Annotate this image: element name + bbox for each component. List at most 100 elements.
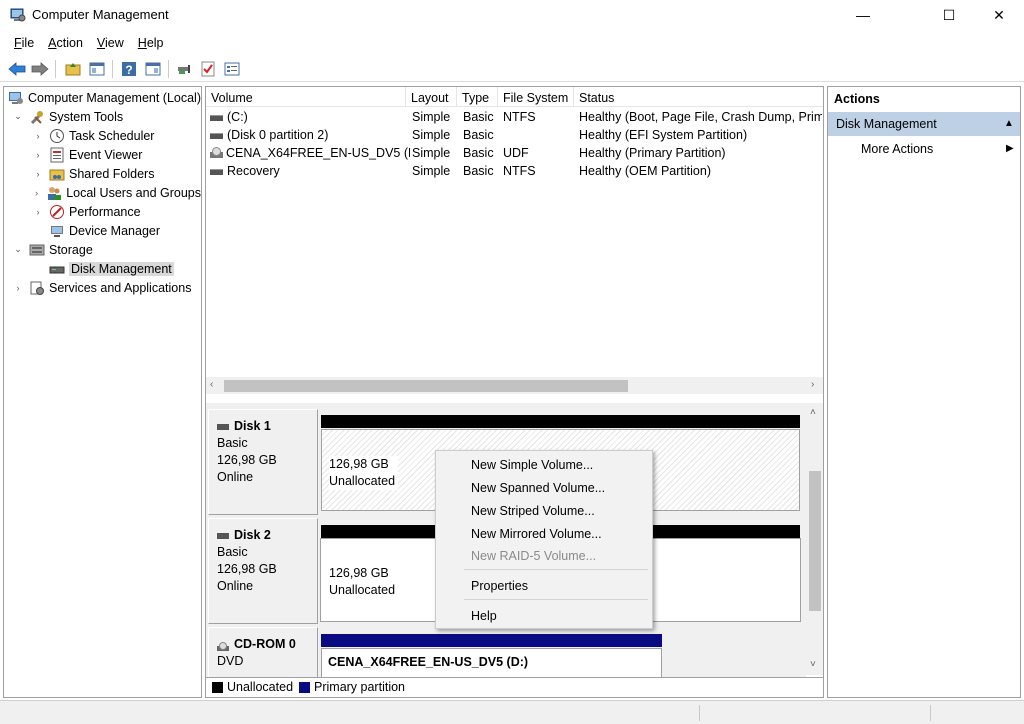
disk-2-label[interactable]: Disk 2 Basic 126,98 GB Online bbox=[208, 518, 318, 624]
column-header-volume[interactable]: Volume bbox=[206, 87, 406, 107]
chevron-down-icon[interactable]: ⌄ bbox=[12, 111, 24, 122]
connect-icon[interactable] bbox=[173, 58, 195, 80]
column-header-type[interactable]: Type bbox=[457, 87, 498, 107]
actions-header: Actions bbox=[834, 92, 880, 106]
tree-item-computer-management[interactable]: Computer Management (Local) bbox=[4, 88, 201, 107]
volume-type: Basic bbox=[463, 164, 494, 178]
tree-label: Computer Management (Local) bbox=[28, 90, 201, 105]
up-folder-icon[interactable] bbox=[62, 58, 84, 80]
primary-partition-bar bbox=[321, 634, 662, 647]
context-menu: New Simple Volume... New Spanned Volume.… bbox=[435, 450, 653, 629]
tree-item-system-tools[interactable]: ⌄ System Tools bbox=[4, 107, 201, 126]
primary-swatch bbox=[299, 682, 310, 693]
tree-label: Event Viewer bbox=[69, 147, 143, 162]
collapse-arrow-icon[interactable]: ▲ bbox=[1004, 112, 1014, 136]
maximize-button[interactable]: ☐ bbox=[926, 0, 972, 30]
menu-view[interactable]: View bbox=[90, 36, 131, 50]
tree-label: Performance bbox=[69, 204, 141, 219]
view-list-icon[interactable] bbox=[221, 58, 243, 80]
menu-item-help[interactable]: Help bbox=[436, 605, 652, 627]
menu-item-new-spanned-volume[interactable]: New Spanned Volume... bbox=[436, 477, 652, 499]
volume-file-system: NTFS bbox=[503, 164, 536, 178]
chevron-right-icon[interactable]: › bbox=[32, 188, 41, 198]
menu-separator bbox=[464, 569, 648, 570]
tree-item-storage[interactable]: ⌄ Storage bbox=[4, 240, 201, 259]
scrollbar-thumb[interactable] bbox=[224, 380, 628, 392]
minimize-button[interactable]: — bbox=[840, 0, 886, 30]
horizontal-scrollbar[interactable]: ‹ › bbox=[206, 377, 823, 394]
show-hide-tree-icon[interactable] bbox=[86, 58, 108, 80]
shared-folder-icon bbox=[49, 166, 65, 182]
tree-item-services-apps[interactable]: › Services and Applications bbox=[4, 278, 201, 297]
tree-item-disk-management[interactable]: Disk Management bbox=[4, 259, 201, 278]
users-icon bbox=[46, 185, 62, 201]
partition-size: 126,98 GB bbox=[329, 566, 389, 580]
properties-pane-icon[interactable] bbox=[142, 58, 164, 80]
chevron-right-icon[interactable]: › bbox=[32, 207, 44, 217]
volume-status: Healthy (Primary Partition) bbox=[579, 146, 726, 160]
toolbar-separator bbox=[112, 60, 113, 78]
chevron-right-icon[interactable]: › bbox=[32, 150, 44, 160]
back-arrow-icon[interactable] bbox=[6, 58, 28, 80]
volume-type: Basic bbox=[463, 128, 494, 142]
chevron-right-icon[interactable]: › bbox=[32, 131, 44, 141]
tree-item-performance[interactable]: › Performance bbox=[4, 202, 201, 221]
table-row[interactable]: (Disk 0 partition 2) Simple Basic Health… bbox=[206, 126, 823, 144]
checklist-icon[interactable] bbox=[197, 58, 219, 80]
cd-drive-icon bbox=[210, 147, 223, 160]
partition-state: Unallocated bbox=[329, 474, 396, 488]
tree-label: Device Manager bbox=[69, 223, 161, 238]
volume-name: Recovery bbox=[227, 164, 280, 178]
scrollbar-thumb[interactable] bbox=[809, 471, 821, 611]
tree-item-shared-folders[interactable]: › Shared Folders bbox=[4, 164, 201, 183]
cdrom-volume-region[interactable]: CENA_X64FREE_EN-US_DV5 (D:) bbox=[321, 648, 662, 677]
disk-state: Online bbox=[217, 579, 254, 593]
tree-label: Shared Folders bbox=[69, 166, 155, 181]
chevron-right-icon[interactable]: › bbox=[12, 283, 24, 293]
more-actions-item[interactable]: More Actions ▶ bbox=[828, 138, 1020, 160]
menu-item-new-mirrored-volume[interactable]: New Mirrored Volume... bbox=[436, 523, 652, 545]
tree-item-device-manager[interactable]: Device Manager bbox=[4, 221, 201, 240]
volume-layout: Simple bbox=[412, 110, 451, 124]
menu-action[interactable]: Action bbox=[41, 36, 90, 50]
column-header-status[interactable]: Status bbox=[574, 87, 823, 107]
chevron-down-icon[interactable]: ⌄ bbox=[12, 244, 24, 255]
disk-icon bbox=[217, 532, 229, 539]
scroll-right-icon[interactable]: › bbox=[811, 379, 814, 390]
scroll-down-icon[interactable]: ˅ bbox=[810, 659, 816, 670]
toolbar-separator bbox=[55, 60, 56, 78]
storage-icon bbox=[29, 242, 45, 258]
status-divider bbox=[699, 705, 700, 721]
vertical-scrollbar[interactable]: ˄ ˅ bbox=[806, 407, 823, 675]
scroll-up-icon[interactable]: ˄ bbox=[810, 407, 816, 418]
tree-item-local-users[interactable]: › Local Users and Groups bbox=[4, 183, 201, 202]
volume-type: Basic bbox=[463, 146, 494, 160]
menu-help[interactable]: Help bbox=[131, 36, 171, 50]
column-header-layout[interactable]: Layout bbox=[406, 87, 457, 107]
cdrom-0-label[interactable]: CD-ROM 0 DVD bbox=[208, 627, 318, 677]
tree-item-task-scheduler[interactable]: › Task Scheduler bbox=[4, 126, 201, 145]
menu-item-new-simple-volume[interactable]: New Simple Volume... bbox=[436, 454, 652, 476]
scroll-left-icon[interactable]: ‹ bbox=[210, 379, 213, 390]
table-row[interactable]: Recovery Simple Basic NTFS Healthy (OEM … bbox=[206, 162, 823, 180]
tree-item-event-viewer[interactable]: › Event Viewer bbox=[4, 145, 201, 164]
table-row[interactable]: CENA_X64FREE_EN-US_DV5 (D:) Simple Basic… bbox=[206, 144, 823, 162]
menu-item-properties[interactable]: Properties bbox=[436, 575, 652, 597]
table-row[interactable]: (C:) Simple Basic NTFS Healthy (Boot, Pa… bbox=[206, 108, 823, 126]
close-button[interactable]: ✕ bbox=[976, 0, 1022, 30]
volume-status: Healthy (EFI System Partition) bbox=[579, 128, 748, 142]
partition-size: 126,98 GB bbox=[329, 457, 389, 471]
volume-status: Healthy (OEM Partition) bbox=[579, 164, 711, 178]
column-header-file-system[interactable]: File System bbox=[498, 87, 574, 107]
disk-size: 126,98 GB bbox=[217, 453, 277, 467]
actions-section-disk-management[interactable]: Disk Management ▲ bbox=[828, 112, 1020, 136]
menu-item-new-striped-volume[interactable]: New Striped Volume... bbox=[436, 500, 652, 522]
help-icon[interactable]: ? bbox=[118, 58, 140, 80]
more-actions-label: More Actions bbox=[861, 142, 934, 156]
forward-arrow-icon[interactable] bbox=[29, 58, 51, 80]
title-bar: Computer Management — ☐ ✕ bbox=[0, 0, 1024, 32]
chevron-right-icon[interactable]: › bbox=[32, 169, 44, 179]
disk-name: CD-ROM 0 bbox=[234, 637, 296, 651]
menu-file[interactable]: File bbox=[7, 36, 41, 50]
disk-1-label[interactable]: Disk 1 Basic 126,98 GB Online bbox=[208, 409, 318, 515]
